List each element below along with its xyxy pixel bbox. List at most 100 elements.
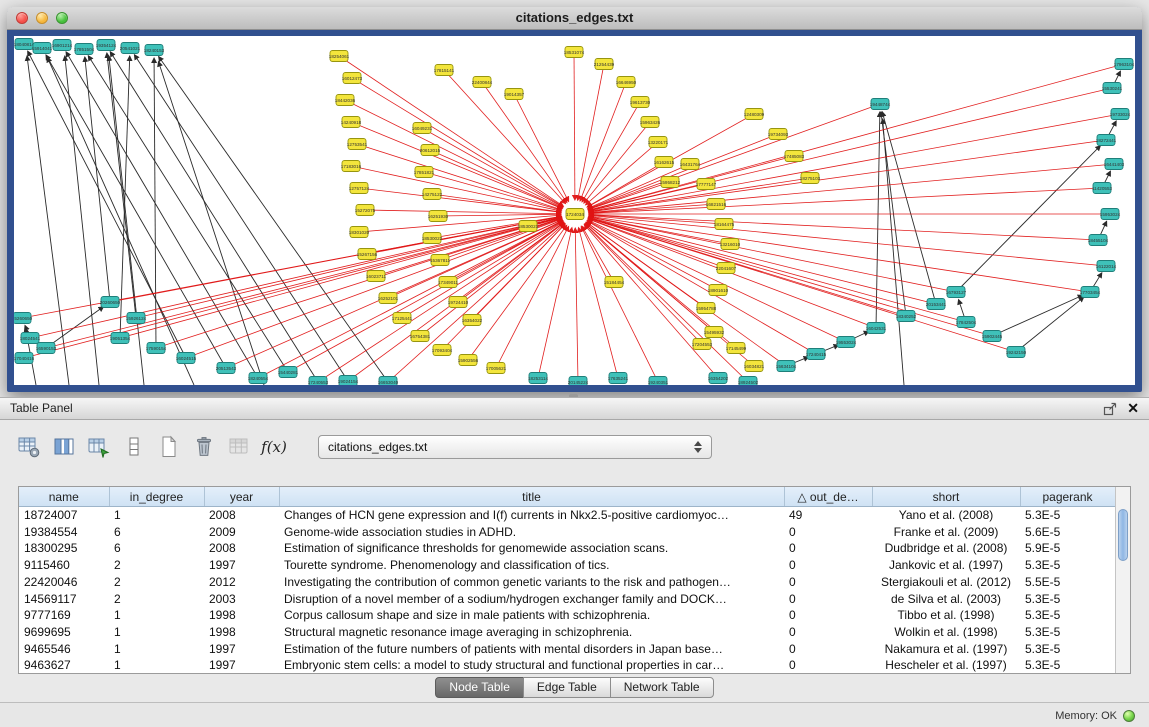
table-row[interactable]: 1872400712008Changes of HCN gene express… (19, 507, 1115, 524)
graph-node[interactable]: 18901610 (708, 285, 729, 296)
graph-node[interactable]: 15963426 (640, 117, 661, 128)
column-header-title[interactable]: title (279, 487, 784, 507)
graph-node[interactable]: 12757124 (349, 183, 370, 194)
table-row[interactable]: 977716911998Corpus callosum shape and si… (19, 607, 1115, 624)
graph-node[interactable]: 17590154 (146, 343, 167, 354)
graph-node[interactable]: 16754381 (410, 331, 431, 342)
graph-node[interactable]: 17703454 (1080, 287, 1101, 298)
table-row[interactable]: 946554611997Estimation of the future num… (19, 641, 1115, 658)
graph-node[interactable]: 18240554 (248, 373, 269, 384)
graph-node[interactable]: 17040416 (14, 353, 35, 364)
column-header-year[interactable]: year (204, 487, 279, 507)
graph-node[interactable]: 16024515 (176, 353, 197, 364)
graph-node[interactable]: 17183016 (341, 161, 362, 172)
graph-node[interactable]: 14240918 (341, 117, 362, 128)
graph-node[interactable]: 19613730 (630, 97, 651, 108)
graph-node[interactable]: 17240553 (308, 377, 329, 386)
graph-node[interactable]: 16821516 (706, 199, 727, 210)
new-document-icon[interactable] (156, 434, 182, 460)
column-header-out-de[interactable]: △ out_de… (784, 487, 872, 507)
graph-node[interactable]: 17145499 (726, 343, 747, 354)
scrollbar-thumb[interactable] (1118, 509, 1128, 561)
graph-node[interactable]: 15272075 (355, 205, 376, 216)
graph-node[interactable]: 15184454 (604, 277, 625, 288)
graph-node[interactable]: 16793127 (946, 287, 967, 298)
graph-node[interactable]: 17842504 (956, 317, 977, 328)
graph-node[interactable]: 17815141 (434, 65, 455, 76)
graph-node[interactable]: 20513543 (216, 363, 237, 374)
close-window-button[interactable] (16, 12, 28, 24)
delete-icon[interactable] (191, 434, 217, 460)
table-row[interactable]: 946362711997Embryonic stem cells: a mode… (19, 657, 1115, 674)
graph-node[interactable]: 16901214 (52, 40, 73, 51)
graph-node[interactable]: 19014357 (504, 89, 525, 100)
zoom-window-button[interactable] (56, 12, 68, 24)
graph-node[interactable]: 18530022 (422, 233, 443, 244)
graph-node[interactable]: 19733024 (1110, 109, 1131, 120)
table-row[interactable]: 1830029562008Estimation of significance … (19, 540, 1115, 557)
graph-node[interactable]: 18272441 (1096, 135, 1117, 146)
graph-node[interactable]: 20260650 (100, 297, 121, 308)
graph-node[interactable]: 15926124 (126, 313, 147, 324)
column-header-in-degree[interactable]: in_degree (109, 487, 204, 507)
graph-node[interactable]: 17093404 (432, 345, 453, 356)
graph-node[interactable]: 15440281 (278, 367, 299, 378)
graph-node[interactable]: 18164475 (714, 219, 735, 230)
graph-node[interactable]: 16653040 (378, 377, 399, 386)
graph-node[interactable]: 16431764 (680, 159, 701, 170)
graph-node[interactable]: 16162615 (654, 157, 675, 168)
tab-edge-table[interactable]: Edge Table (523, 677, 611, 698)
graph-node[interactable]: 22400844 (472, 77, 493, 88)
minimize-window-button[interactable] (36, 12, 48, 24)
graph-node[interactable]: 13220171 (648, 137, 669, 148)
graph-node[interactable]: 17777147 (696, 179, 717, 190)
graph-node[interactable]: 15260650 (14, 313, 33, 324)
graph-node[interactable]: 15495932 (704, 327, 725, 338)
tab-node-table[interactable]: Node Table (435, 677, 524, 698)
graph-node[interactable]: 18253114 (528, 373, 549, 384)
graph-node[interactable]: 18024541 (20, 333, 41, 344)
graph-node[interactable]: 16252101 (378, 293, 399, 304)
graph-node[interactable]: 16590153 (36, 343, 57, 354)
graph-node[interactable]: 16354022 (462, 315, 483, 326)
column-header-pagerank[interactable]: pagerank (1020, 487, 1115, 507)
graph-node[interactable]: 20541021 (120, 43, 141, 54)
graph-node[interactable]: 18254061 (329, 51, 350, 62)
graph-node[interactable]: 16646950 (616, 77, 637, 88)
table-disabled-icon[interactable] (226, 434, 252, 460)
table-row[interactable]: 911546021997Tourette syndrome. Phenomeno… (19, 557, 1115, 574)
tab-network-table[interactable]: Network Table (610, 677, 714, 698)
float-panel-icon[interactable] (1102, 401, 1118, 417)
graph-node[interactable]: 18301020 (349, 227, 370, 238)
graph-node[interactable]: 18924502 (738, 377, 759, 386)
graph-node[interactable]: 18531074 (564, 47, 585, 58)
function-icon[interactable]: f(x) (261, 434, 287, 460)
graph-node[interactable]: 15634104 (776, 361, 797, 372)
table-settings-icon[interactable] (16, 434, 42, 460)
graph-node[interactable]: 18455104 (1088, 235, 1109, 246)
graph-node[interactable]: 17240415 (806, 349, 827, 360)
graph-node[interactable]: 19553024 (836, 337, 857, 348)
graph-node[interactable]: 15267156 (357, 249, 378, 260)
graph-node[interactable]: 16441403 (1104, 159, 1125, 170)
network-canvas[interactable]: 1804081415914041169012141785150419354124… (14, 36, 1135, 385)
graph-node[interactable]: 16042531 (866, 323, 887, 334)
table-import-icon[interactable] (86, 434, 112, 460)
graph-node[interactable]: 19051354 (110, 333, 131, 344)
graph-node[interactable]: 19724410 (448, 297, 469, 308)
graph-node[interactable]: 15367811 (430, 255, 451, 266)
network-select-dropdown[interactable]: citations_edges.txt (318, 435, 712, 459)
graph-node[interactable]: 15530241 (1102, 83, 1123, 94)
graph-node[interactable]: 15914041 (32, 43, 53, 54)
graph-node[interactable]: 15953024 (1100, 209, 1121, 220)
graph-node[interactable]: 16034821 (744, 361, 765, 372)
graph-node[interactable]: 14275122 (422, 189, 443, 200)
graph-node[interactable]: 18340252 (896, 311, 917, 322)
window-titlebar[interactable]: citations_edges.txt (7, 7, 1142, 30)
graph-node[interactable]: 19024154 (338, 376, 359, 386)
column-header-name[interactable]: name (19, 487, 109, 507)
column-header-short[interactable]: short (872, 487, 1020, 507)
graph-node[interactable]: 17349011 (438, 277, 459, 288)
graph-node[interactable]: 20145224 (568, 377, 589, 386)
graph-node[interactable]: 16251930 (428, 211, 449, 222)
